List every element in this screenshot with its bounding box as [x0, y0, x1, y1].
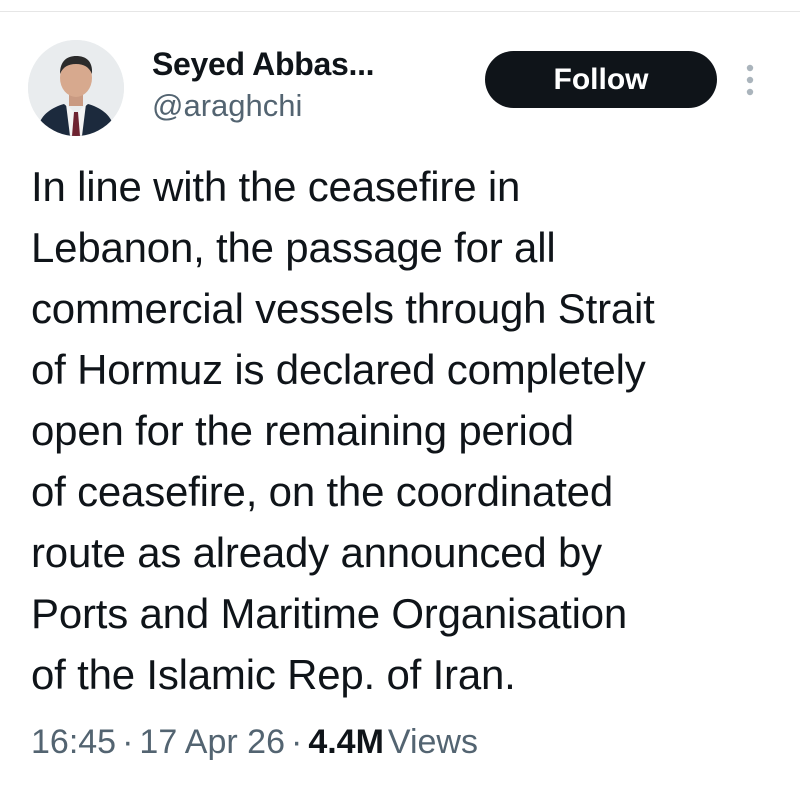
views-count[interactable]: 4.4M: [308, 723, 384, 761]
meta-separator: ·: [290, 723, 303, 761]
meta-separator: ·: [122, 723, 134, 761]
tweet-text: In line with the ceasefire in Lebanon, t…: [31, 156, 771, 705]
tweet-time[interactable]: 16:45: [31, 723, 116, 761]
tweet-text-line: route as already announced by: [31, 529, 602, 576]
avatar[interactable]: [28, 40, 124, 136]
more-vertical-icon: [746, 64, 754, 96]
avatar-photo: [28, 40, 124, 136]
tweet-meta: 16:45 · 17 Apr 26 · 4.4M Views: [31, 720, 478, 764]
follow-button[interactable]: Follow: [485, 51, 717, 108]
top-divider: [0, 11, 800, 12]
tweet-text-line: of Hormuz is declared completely: [31, 346, 646, 393]
tweet-text-line: of the Islamic Rep. of Iran.: [31, 651, 516, 698]
tweet-text-line: commercial vessels through Strait: [31, 285, 655, 332]
tweet-text-line: of ceasefire, on the coordinated: [31, 468, 613, 515]
author-info: Seyed Abbas... @araghchi: [152, 44, 375, 126]
author-display-name[interactable]: Seyed Abbas...: [152, 44, 375, 84]
more-options-button[interactable]: [738, 58, 762, 102]
views-label: Views: [387, 723, 478, 761]
tweet-text-line: Lebanon, the passage for all: [31, 224, 556, 271]
tweet-text-line: Ports and Maritime Organisation: [31, 590, 628, 637]
tweet-date[interactable]: 17 Apr 26: [139, 723, 285, 761]
tweet-text-line: In line with the ceasefire in: [31, 163, 521, 210]
tweet-text-line: open for the remaining period: [31, 407, 574, 454]
author-handle[interactable]: @araghchi: [152, 86, 374, 126]
